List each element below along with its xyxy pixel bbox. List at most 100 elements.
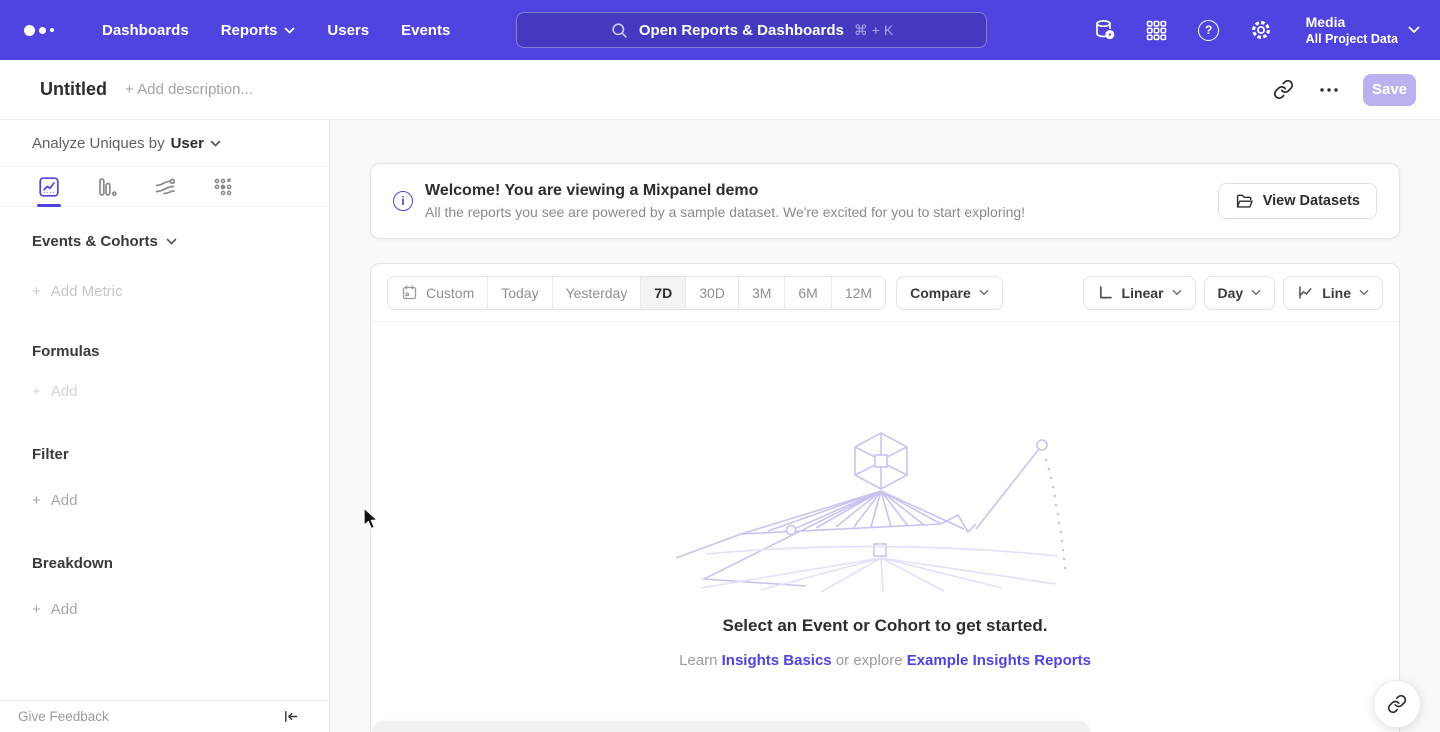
settings-button[interactable] <box>1248 17 1274 43</box>
analyze-by-dropdown[interactable]: User <box>171 135 221 152</box>
visualization-tabs <box>0 167 329 207</box>
range-today[interactable]: Today <box>488 277 552 309</box>
query-builder-sidebar: Analyze Uniques by User <box>0 120 330 732</box>
empty-state-subtitle: Learn Insights Basics or explore Example… <box>371 652 1399 669</box>
nav-label: Dashboards <box>102 22 189 39</box>
range-yesterday[interactable]: Yesterday <box>553 277 642 309</box>
help-icon: ? <box>1198 20 1219 41</box>
tab-insights-line[interactable] <box>32 167 66 206</box>
info-icon: i <box>393 191 413 211</box>
tab-flow[interactable] <box>148 167 182 206</box>
analyze-row: Analyze Uniques by User <box>0 120 329 167</box>
line-chart-icon <box>1297 284 1314 301</box>
gear-icon <box>1249 18 1273 42</box>
add-filter-button[interactable]: + Add <box>0 492 329 509</box>
events-cohorts-section[interactable]: Events & Cohorts <box>0 233 329 250</box>
bottom-panel-edge[interactable] <box>371 721 1091 732</box>
apps-grid-icon <box>1145 19 1168 42</box>
flow-tab-icon <box>153 175 177 199</box>
chart-display-controls: Linear Day Line <box>1083 276 1383 310</box>
logo-dot <box>39 27 46 34</box>
logo-dot <box>50 28 54 32</box>
interval-label: Day <box>1218 285 1244 301</box>
range-custom[interactable]: Custom <box>388 277 488 309</box>
analyze-value: User <box>171 135 204 152</box>
compare-label: Compare <box>910 285 971 301</box>
line-chart-tab-icon <box>37 175 61 199</box>
plus-icon: + <box>32 283 41 300</box>
folder-icon <box>1235 193 1254 210</box>
tab-metrics-grid[interactable] <box>206 167 240 206</box>
range-12m[interactable]: 12M <box>832 277 885 309</box>
tab-bar-chart[interactable] <box>90 167 124 206</box>
save-button[interactable]: Save <box>1363 74 1416 106</box>
chart-controls: Custom Today Yesterday 7D 30D 3M 6M 12M … <box>371 264 1399 322</box>
insights-basics-link[interactable]: Insights Basics <box>722 652 832 669</box>
range-label: Yesterday <box>566 285 628 301</box>
nav-item-reports[interactable]: Reports <box>209 14 308 47</box>
range-7d[interactable]: 7D <box>641 277 686 309</box>
sidebar-footer: Give Feedback <box>0 700 329 732</box>
chevron-down-icon <box>1172 289 1182 296</box>
bar-chart-tab-icon <box>95 175 119 199</box>
apps-grid-button[interactable] <box>1144 17 1170 43</box>
range-30d[interactable]: 30D <box>686 277 739 309</box>
range-3m[interactable]: 3M <box>739 277 785 309</box>
add-description-field[interactable]: + Add description... <box>125 81 253 98</box>
nav-label: Reports <box>221 22 278 39</box>
data-management-button[interactable] <box>1092 17 1118 43</box>
collapse-sidebar-button[interactable] <box>283 709 299 724</box>
project-selector[interactable]: Media All Project Data <box>1306 14 1420 47</box>
share-link-fab[interactable] <box>1373 680 1421 728</box>
plus-icon: + <box>32 383 41 400</box>
example-insights-reports-link[interactable]: Example Insights Reports <box>907 652 1091 669</box>
search-placeholder: Open Reports & Dashboards <box>639 22 844 39</box>
help-button[interactable]: ? <box>1196 17 1222 43</box>
nav-item-users[interactable]: Users <box>315 14 381 47</box>
compare-dropdown[interactable]: Compare <box>896 276 1003 310</box>
range-label: 12M <box>845 285 872 301</box>
range-6m[interactable]: 6M <box>785 277 831 309</box>
logo-dot <box>24 25 35 36</box>
plus-icon: + <box>32 492 41 509</box>
give-feedback-link[interactable]: Give Feedback <box>18 709 109 724</box>
mixpanel-logo[interactable] <box>24 25 54 36</box>
scale-dropdown[interactable]: Linear <box>1083 276 1196 310</box>
search-shortcut: ⌘ + K <box>854 22 893 39</box>
plus-icon: + <box>32 601 41 618</box>
more-options-button[interactable] <box>1317 78 1341 102</box>
chart-type-label: Line <box>1322 285 1351 301</box>
nav-item-events[interactable]: Events <box>389 14 462 47</box>
add-filter-label: Add <box>51 492 78 509</box>
top-nav: Dashboards Reports Users Events Open Rep… <box>0 0 1440 60</box>
scale-label: Linear <box>1122 285 1164 301</box>
report-header: Untitled + Add description... Save <box>0 60 1440 120</box>
chevron-down-icon <box>1408 26 1420 34</box>
report-header-actions: Save <box>1271 74 1416 106</box>
chevron-down-icon <box>979 289 989 296</box>
chevron-down-icon <box>210 140 221 147</box>
search-icon <box>610 21 629 40</box>
global-search[interactable]: Open Reports & Dashboards ⌘ + K <box>516 12 987 48</box>
mixpanel-insights-page: Dashboards Reports Users Events Open Rep… <box>0 0 1440 732</box>
report-title[interactable]: Untitled <box>40 79 107 100</box>
add-breakdown-button[interactable]: + Add <box>0 601 329 618</box>
add-metric-button[interactable]: + Add Metric <box>0 283 329 300</box>
range-label: Custom <box>426 285 474 301</box>
nav-label: Events <box>401 22 450 39</box>
linear-axis-icon <box>1097 284 1114 301</box>
nav-label: Users <box>327 22 369 39</box>
metrics-tab-icon <box>211 175 235 199</box>
link-icon <box>1387 694 1407 714</box>
add-breakdown-label: Add <box>51 601 78 618</box>
range-label: Today <box>501 285 538 301</box>
chart-card: Custom Today Yesterday 7D 30D 3M 6M 12M … <box>370 263 1400 732</box>
banner-title: Welcome! You are viewing a Mixpanel demo <box>425 180 1025 202</box>
chart-type-dropdown[interactable]: Line <box>1283 276 1383 310</box>
project-name: Media <box>1306 14 1398 31</box>
copy-link-button[interactable] <box>1271 78 1295 102</box>
nav-item-dashboards[interactable]: Dashboards <box>90 14 201 47</box>
view-datasets-button[interactable]: View Datasets <box>1218 183 1377 219</box>
interval-dropdown[interactable]: Day <box>1204 276 1276 310</box>
add-formula-button[interactable]: + Add <box>0 383 329 400</box>
